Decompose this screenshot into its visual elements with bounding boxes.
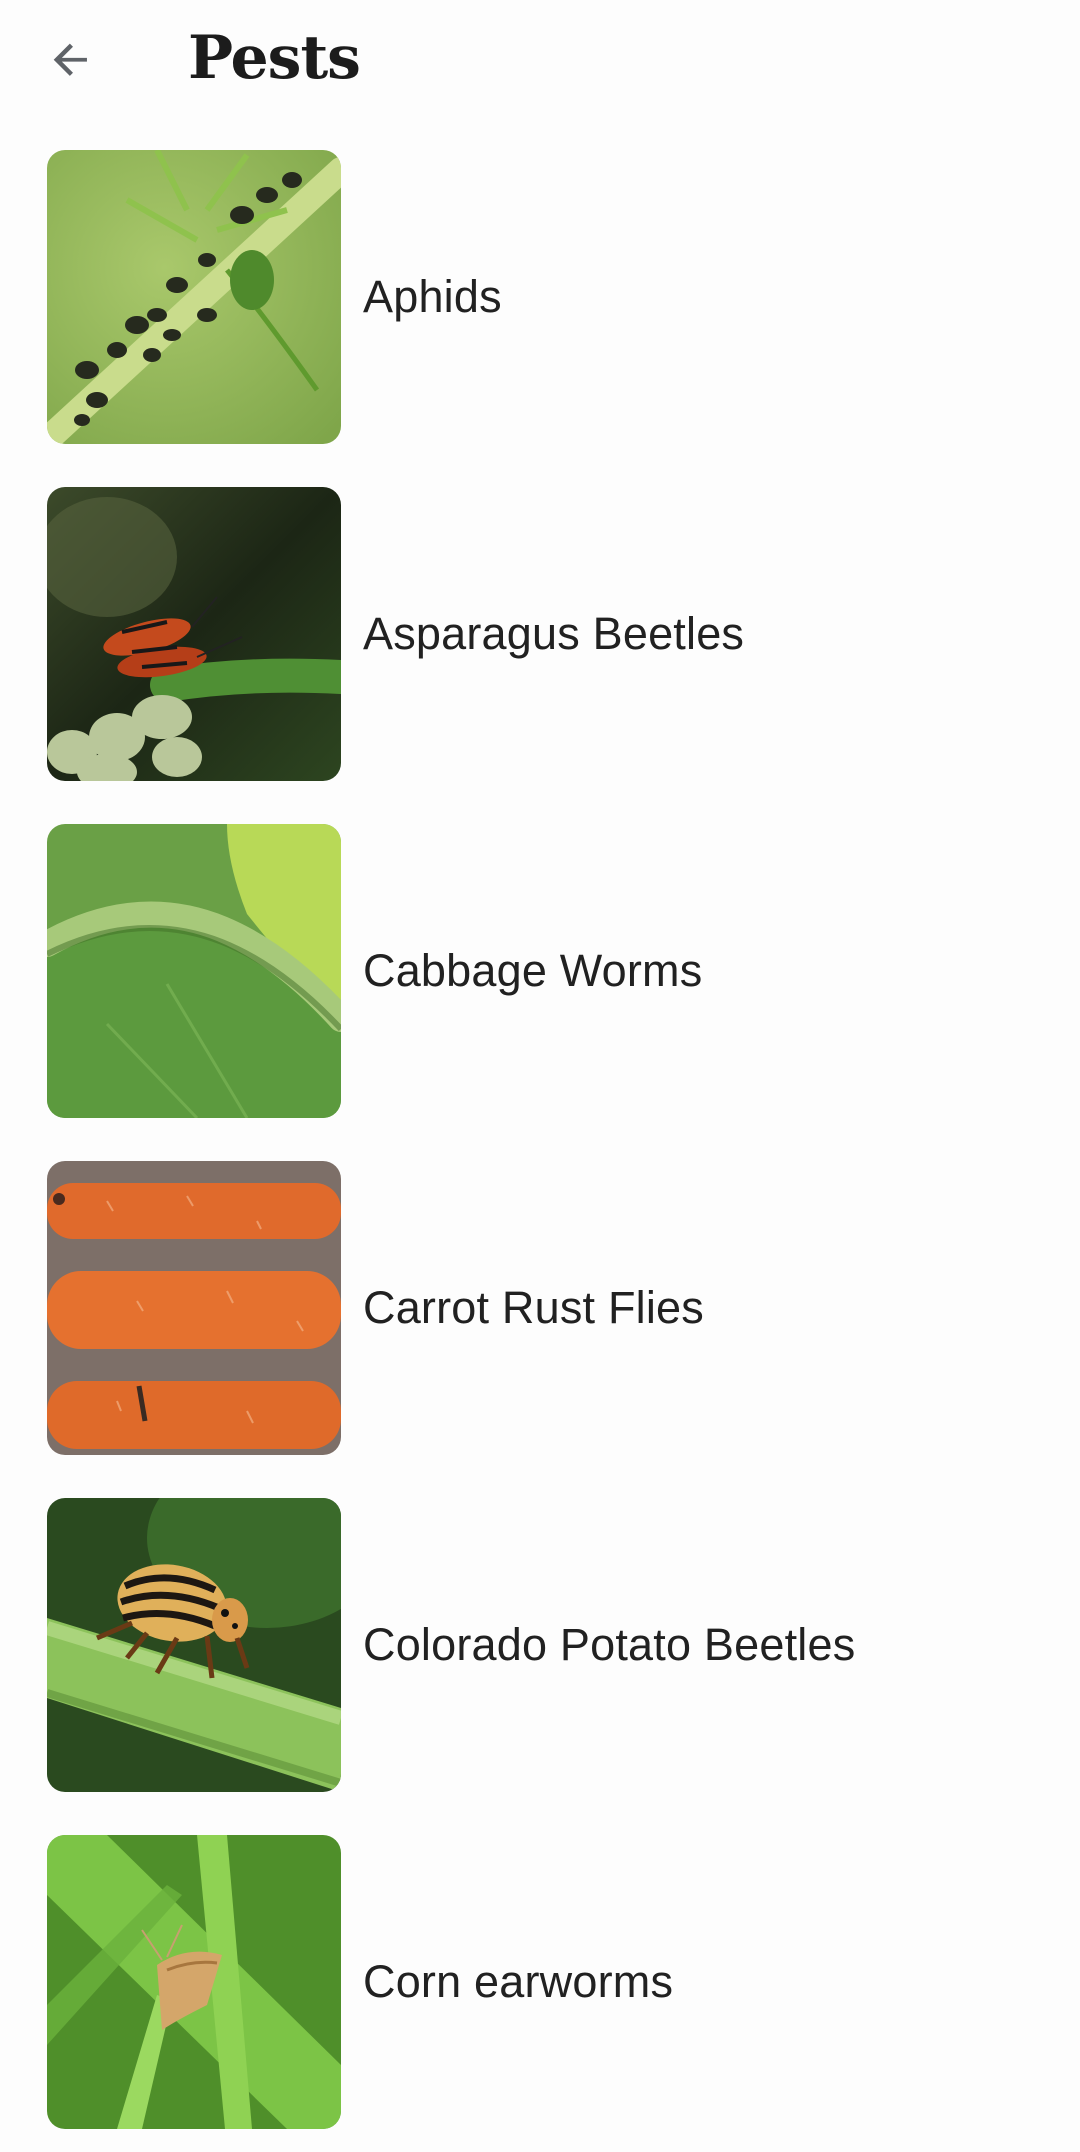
page-title: Pests xyxy=(188,23,361,93)
cabbage-worms-photo xyxy=(47,824,341,1118)
asparagus-beetles-photo xyxy=(47,487,341,781)
list-item-asparagus-beetles[interactable]: Asparagus Beetles xyxy=(0,487,1080,781)
arrow-left-icon xyxy=(53,43,87,76)
list-item-carrot-rust-flies[interactable]: Carrot Rust Flies xyxy=(0,1161,1080,1455)
corn-earworms-photo xyxy=(47,1835,341,2129)
list-item-label: Aphids xyxy=(363,271,502,322)
list-item-corn-earworms[interactable]: Corn earworms xyxy=(0,1835,1080,2129)
colorado-potato-beetles-photo xyxy=(47,1498,341,1792)
list-item-label: Corn earworms xyxy=(363,1956,674,2007)
list-item-colorado-potato-beetles[interactable]: Colorado Potato Beetles xyxy=(0,1498,1080,1792)
app-bar: Pests xyxy=(0,0,1080,118)
back-button[interactable] xyxy=(34,22,110,98)
list-item-aphids[interactable]: Aphids xyxy=(0,150,1080,444)
list-item-label: Colorado Potato Beetles xyxy=(363,1619,856,1670)
list-item-label: Carrot Rust Flies xyxy=(363,1282,704,1333)
list-item-label: Asparagus Beetles xyxy=(363,608,745,659)
list-item-cabbage-worms[interactable]: Cabbage Worms xyxy=(0,824,1080,1118)
aphids-photo xyxy=(47,150,341,444)
carrot-rust-flies-photo xyxy=(47,1161,341,1455)
list-item-label: Cabbage Worms xyxy=(363,945,703,996)
